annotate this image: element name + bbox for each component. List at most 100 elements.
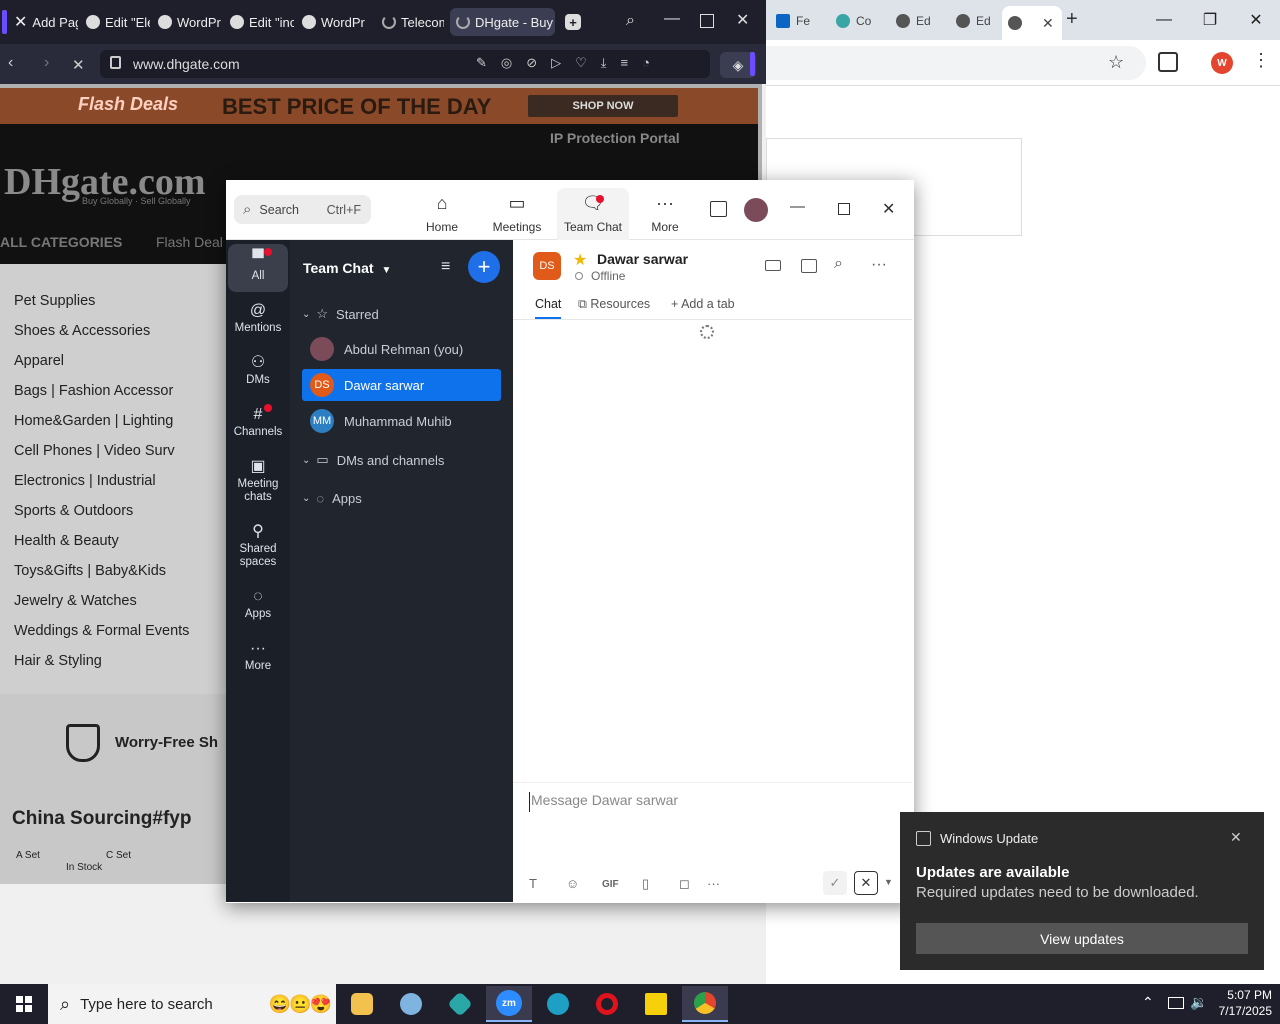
rail-mentions[interactable]: @ Mentions [228,303,288,335]
category-item[interactable]: Jewelry & Watches [14,593,137,609]
close-window-icon[interactable]: ✕ [882,199,895,219]
back-icon[interactable]: ‹ [8,54,13,72]
category-item[interactable]: Home&Garden | Lighting [14,413,173,429]
nav-home[interactable]: ⌂ Home [406,188,478,240]
contact-abdul-rehman[interactable]: Abdul Rehman (you) [302,333,501,365]
chrome-tab-active[interactable]: ✕ [1002,6,1062,40]
chrome-menu-icon[interactable]: ⋮ [1252,50,1270,71]
category-item[interactable]: Sports & Outdoors [14,503,133,519]
share-screen-icon[interactable] [801,259,817,273]
section-apps[interactable]: ⌄ ◌ Apps [302,482,501,514]
contact-dawar-sarwar[interactable]: DS Dawar sarwar [302,369,501,401]
message-input[interactable]: Message Dawar sarwar [529,792,889,812]
chrome-address-bar[interactable] [766,46,1146,80]
rail-channels[interactable]: # Channels [228,407,288,439]
taskbar-clock[interactable]: 5:07 PM 7/17/2025 [1212,987,1272,1019]
rail-apps[interactable]: ◌ Apps [228,589,288,621]
screenshot-icon[interactable]: ◻ [679,876,690,892]
emoji-icon[interactable]: ☺ [566,876,579,891]
close-icon[interactable]: ✕ [1042,15,1054,32]
volume-icon[interactable]: 🔉 [1190,994,1207,1011]
windows-start-icon[interactable] [16,996,32,1012]
taskbar-app-opera[interactable] [584,986,630,1022]
minimize-icon[interactable]: — [790,198,805,215]
network-icon[interactable] [1168,997,1184,1009]
taskbar-app-file-explorer[interactable] [339,986,385,1022]
tab-add[interactable]: + Add a tab [671,297,735,311]
profile-avatar[interactable]: W [1211,52,1233,74]
taskbar-app-chrome[interactable] [682,986,728,1022]
chevron-down-icon[interactable]: ▼ [884,877,893,887]
search-icon[interactable]: ⌕ [834,255,843,273]
more-options-icon[interactable]: ··· [707,876,720,891]
rail-shared-spaces[interactable]: ⚲ Shared spaces [228,524,288,569]
all-categories-link[interactable]: ALL CATEGORIES [0,234,122,250]
text-format-icon[interactable]: T [529,876,537,891]
dh-tab-6[interactable]: Telecom [382,8,444,36]
chrome-tab-4[interactable]: Ed [950,8,1006,34]
send-check-icon[interactable]: ✓ [823,871,847,895]
category-item[interactable]: Bags | Fashion Accessor [14,383,173,399]
dh-tab-4[interactable]: Edit "inc [230,8,294,36]
category-item[interactable]: Apparel [14,353,64,369]
section-dms-channels[interactable]: ⌄ ▭ DMs and channels [302,444,501,476]
nav-team-chat[interactable]: 🗨 Team Chat [557,188,629,240]
chrome-tab-2[interactable]: Co [830,8,886,34]
calendar-icon[interactable] [710,201,727,217]
shop-now-button[interactable]: SHOP NOW [528,95,678,117]
category-item[interactable]: Hair & Styling [14,653,102,669]
close-icon[interactable]: ✕ [1230,829,1242,846]
avatar[interactable] [744,198,768,222]
category-item[interactable]: Pet Supplies [14,293,95,309]
close-window-icon[interactable]: ✕ [1236,0,1276,40]
zoom-search-input[interactable]: ⌕ Search Ctrl+F [234,195,371,224]
minimize-icon[interactable]: — [1144,0,1184,40]
nav-more[interactable]: ··· More [629,188,701,240]
flash-deals-nav[interactable]: Flash Deal [156,234,223,250]
new-tab-button[interactable]: + [1066,8,1078,31]
extensions-icon[interactable] [1158,52,1178,72]
rail-dms[interactable]: ⚇ DMs [228,355,288,387]
category-item[interactable]: Cell Phones | Video Surv [14,443,175,459]
sidebar-title[interactable]: Team Chat ▼ [303,260,391,276]
taskbar-app-edge[interactable] [535,986,581,1022]
maximize-icon[interactable] [700,14,714,28]
china-sourcing-title[interactable]: China Sourcing#fyp [12,808,191,830]
chevron-up-icon[interactable]: ⌃ [1142,994,1154,1011]
video-call-icon[interactable] [765,260,781,271]
stop-loading-icon[interactable]: ✕ [72,56,88,74]
contact-muhammad-muhib[interactable]: MM Muhammad Muhib [302,405,501,437]
maximize-icon[interactable] [838,203,850,215]
gif-button[interactable]: GIF [602,879,619,890]
chrome-tab-3[interactable]: Ed [890,8,946,34]
add-button[interactable]: + [468,251,500,283]
category-item[interactable]: Shoes & Accessories [14,323,150,339]
category-item[interactable]: Electronics | Industrial [14,473,156,489]
rail-all[interactable]: ▀ All [228,244,288,292]
toolbar-icons[interactable]: ✎◎⊘▷♡⤓≡◔ [476,55,664,71]
ip-portal-link[interactable]: IP Protection Portal [550,130,680,146]
rail-more[interactable]: ··· More [228,641,288,673]
dh-tab-active[interactable]: DHgate - Buy [450,8,555,36]
forward-icon[interactable]: › [44,54,49,72]
restore-icon[interactable]: ❐ [1190,0,1230,40]
dhgate-address-bar[interactable]: www.dhgate.com ✎◎⊘▷♡⤓≡◔ [100,50,710,78]
tab-chat[interactable]: Chat [535,297,562,319]
dh-tab-2[interactable]: Edit "Ele [86,8,150,36]
chrome-tab-1[interactable]: Fe [770,8,826,34]
taskbar-search-input[interactable]: ⌕ Type here to search 😄😐😍 [48,984,336,1024]
file-icon[interactable]: ▯ [642,876,649,892]
star-icon[interactable]: ★ [573,250,587,270]
filter-icon[interactable]: ≡ [441,258,450,276]
dh-tab-3[interactable]: WordPr [158,8,222,36]
rail-meeting-chats[interactable]: ▣ Meeting chats [228,459,288,504]
flash-deals-banner[interactable]: Flash Deals BEST PRICE OF THE DAY SHOP N… [0,88,758,124]
cancel-icon[interactable]: ✕ [854,871,878,895]
new-tab-button[interactable]: + [565,14,581,30]
search-icon[interactable]: ⌕ [626,12,635,30]
close-window-icon[interactable]: ✕ [736,10,749,30]
taskbar-app-teal[interactable] [437,986,483,1022]
more-options-icon[interactable]: ··· [871,256,887,274]
bookmark-star-icon[interactable]: ☆ [1108,52,1124,73]
dh-tab-5[interactable]: WordPr [302,8,366,36]
